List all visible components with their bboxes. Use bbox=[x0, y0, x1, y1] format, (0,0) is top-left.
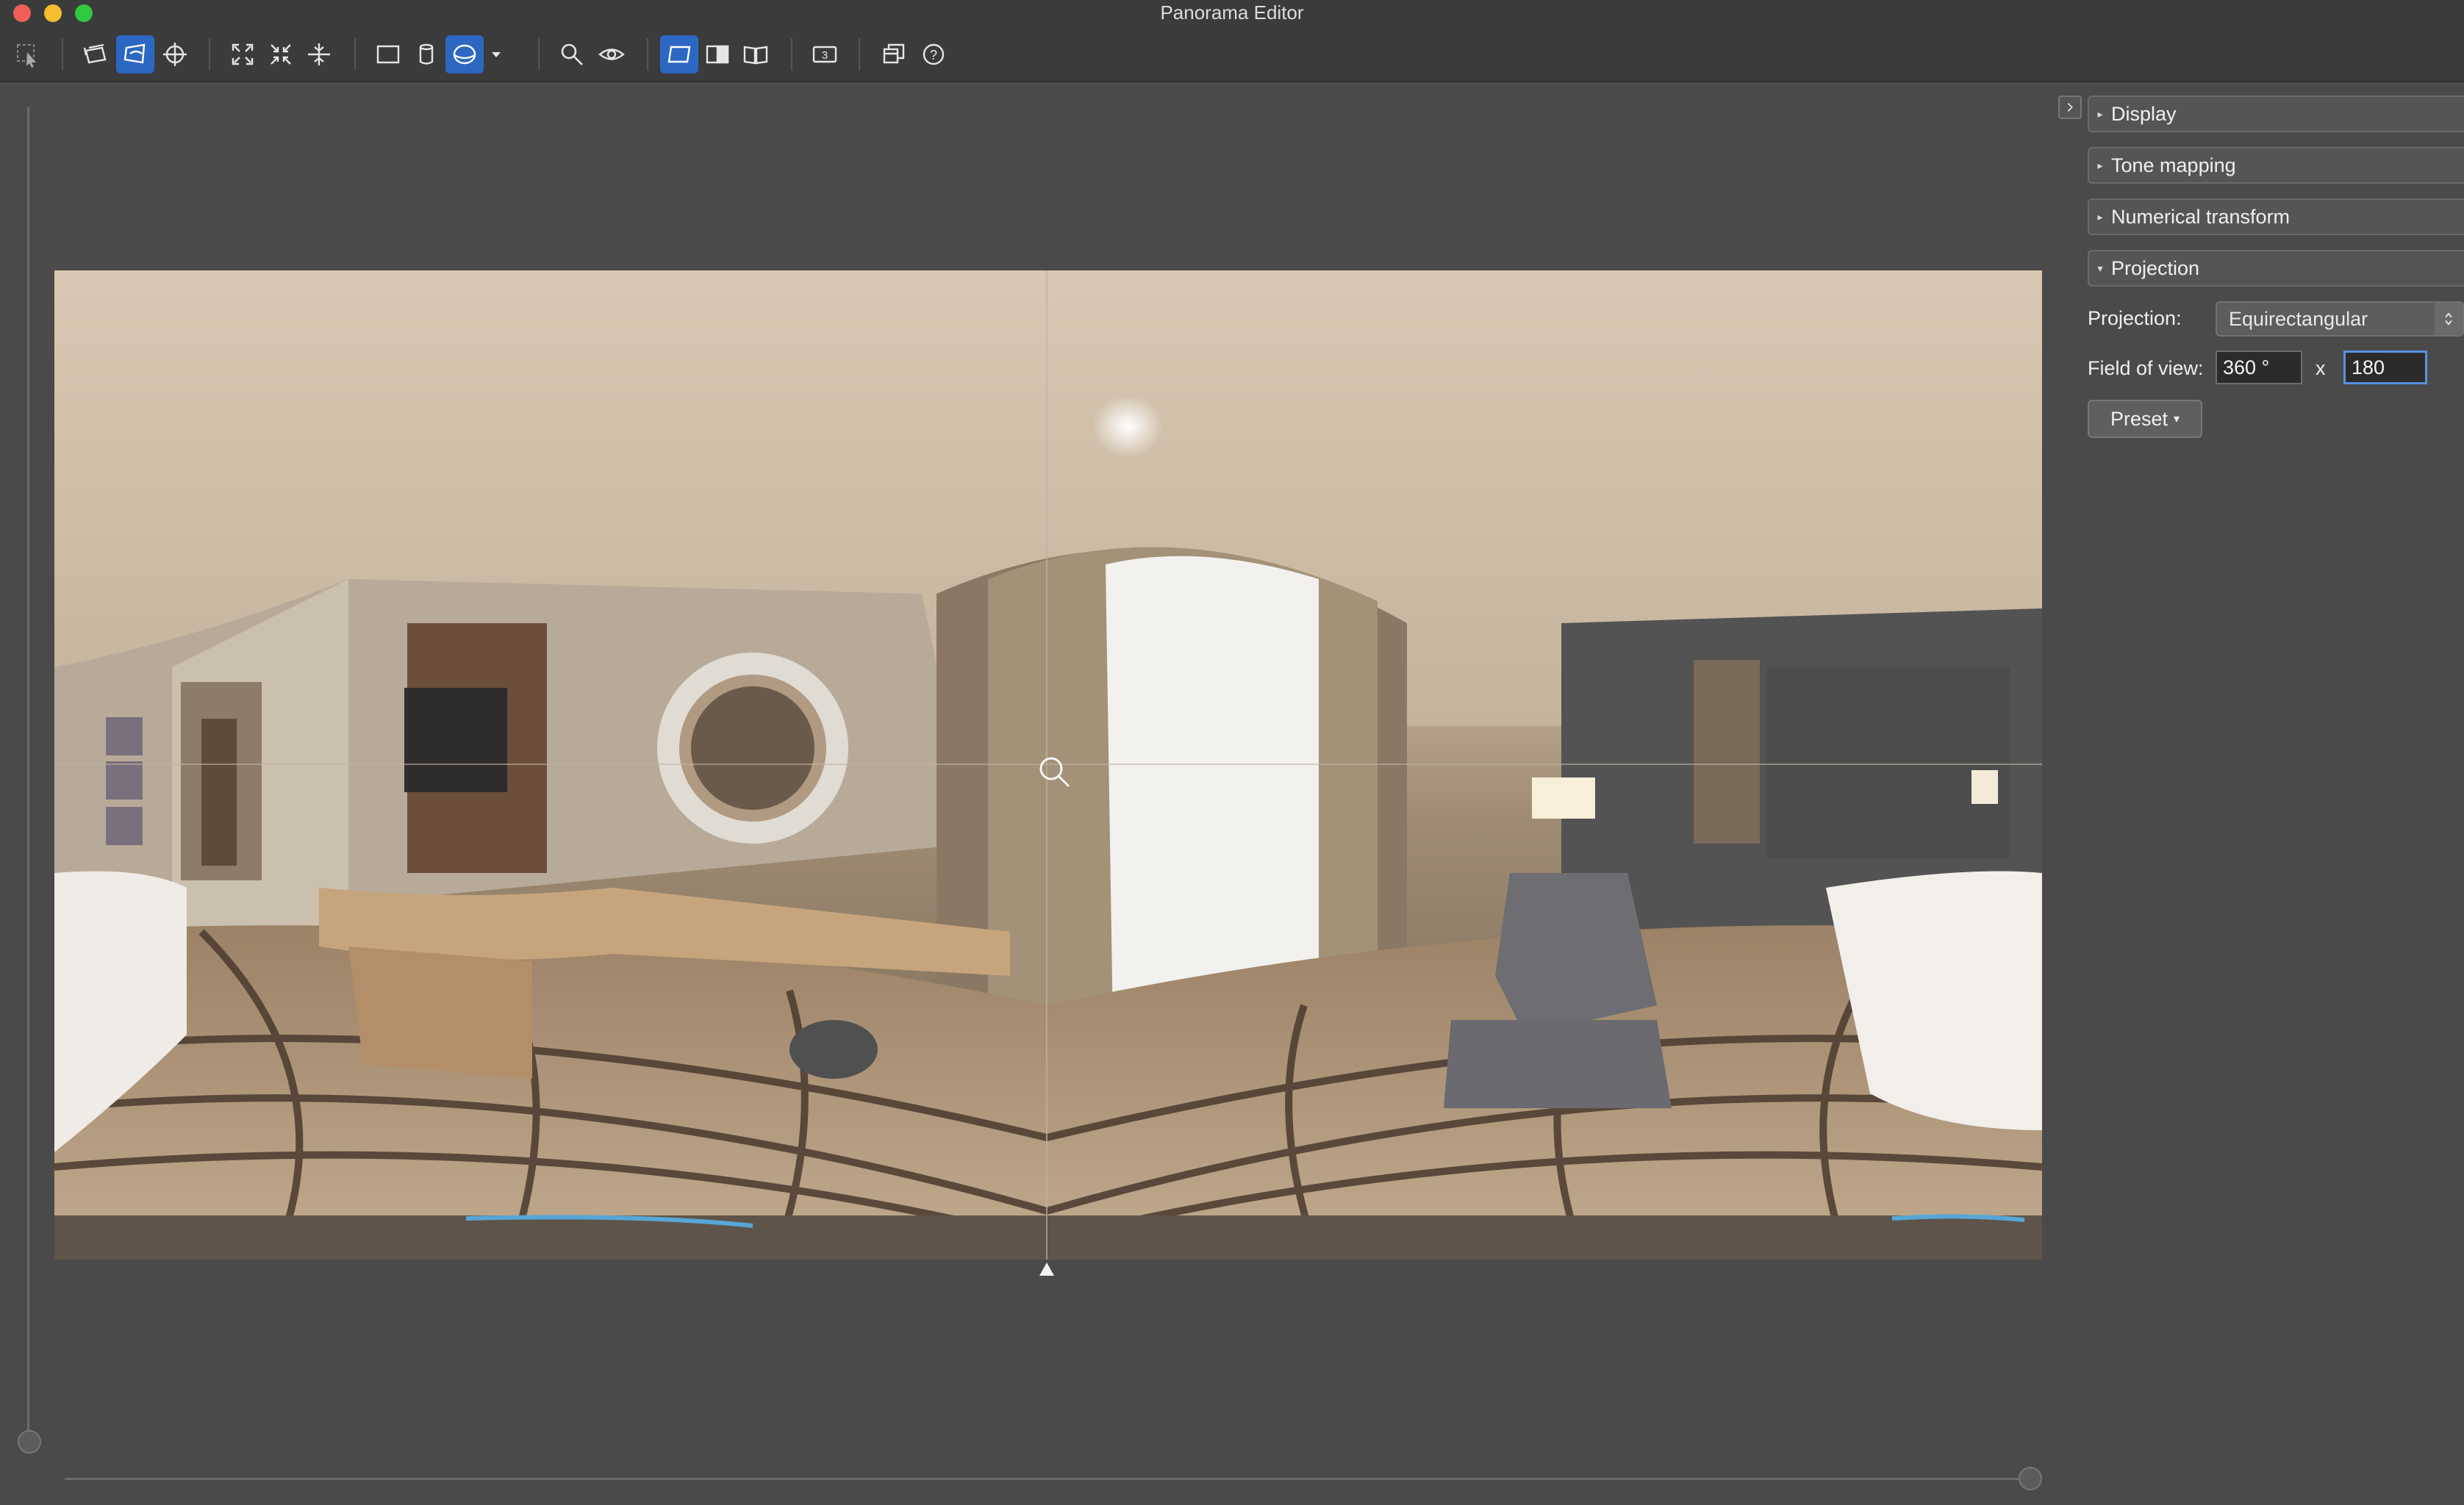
svg-text:3: 3 bbox=[822, 49, 828, 62]
projection-select[interactable]: Equirectangular bbox=[2216, 301, 2464, 337]
vertical-slider-handle[interactable] bbox=[18, 1430, 41, 1454]
number-badge-icon[interactable]: 3 bbox=[806, 35, 844, 73]
crosshair-icon[interactable] bbox=[156, 35, 194, 73]
cylinder-icon[interactable] bbox=[407, 35, 445, 73]
chevron-down-icon: ▾ bbox=[2174, 413, 2180, 425]
vertical-slider-track[interactable] bbox=[27, 107, 29, 1442]
preset-button[interactable]: Preset ▾ bbox=[2088, 400, 2202, 438]
horizontal-slider-track[interactable] bbox=[65, 1478, 2030, 1480]
projection-label: Projection: bbox=[2088, 307, 2182, 329]
field-of-view-label: Field of view: bbox=[2088, 357, 2204, 379]
title-bar: Panorama Editor bbox=[0, 0, 2464, 28]
horizontal-slider-handle[interactable] bbox=[2019, 1467, 2042, 1490]
disclosure-triangle-icon: ▸ bbox=[2097, 159, 2103, 171]
section-numerical-transform[interactable]: ▸ Numerical transform bbox=[2088, 198, 2464, 235]
view-compare-icon[interactable] bbox=[737, 35, 775, 73]
select-tool-icon[interactable] bbox=[9, 35, 47, 73]
disclosure-triangle-open-icon: ▾ bbox=[2097, 262, 2103, 274]
fov-separator: x bbox=[2316, 357, 2326, 379]
shrink-icon[interactable] bbox=[262, 35, 300, 73]
center-marker-icon[interactable] bbox=[1039, 1262, 1054, 1276]
layout-icon[interactable] bbox=[875, 35, 913, 73]
fit-icon[interactable] bbox=[223, 35, 262, 73]
preset-label: Preset bbox=[2110, 407, 2168, 430]
view-single-icon[interactable] bbox=[660, 35, 698, 73]
panorama-preview[interactable] bbox=[54, 270, 2042, 1260]
sphere-icon[interactable] bbox=[445, 35, 484, 73]
layers-icon[interactable] bbox=[76, 35, 115, 73]
select-stepper-icon[interactable] bbox=[2435, 303, 2463, 335]
projection-value: Equirectangular bbox=[2229, 307, 2368, 330]
eye-icon[interactable] bbox=[592, 35, 631, 73]
fov-horizontal-input[interactable]: 360 ° bbox=[2216, 351, 2302, 384]
section-projection[interactable]: ▾ Projection bbox=[2088, 250, 2464, 287]
zoom-icon[interactable] bbox=[553, 35, 591, 73]
transform-tool-icon[interactable] bbox=[116, 35, 154, 73]
rectilinear-icon[interactable] bbox=[369, 35, 407, 73]
straighten-icon[interactable] bbox=[300, 35, 338, 73]
help-icon[interactable]: ? bbox=[914, 35, 953, 73]
view-split-icon[interactable] bbox=[698, 35, 737, 73]
projection-dropdown-icon[interactable] bbox=[485, 35, 507, 73]
fov-vertical-input[interactable]: 180 bbox=[2343, 351, 2427, 384]
section-display[interactable]: ▸ Display bbox=[2088, 96, 2464, 132]
disclosure-triangle-icon: ▸ bbox=[2097, 107, 2103, 120]
svg-text:?: ? bbox=[930, 48, 937, 62]
disclosure-triangle-icon: ▸ bbox=[2097, 210, 2103, 223]
toolbar: 3 ? bbox=[0, 28, 2464, 82]
window-title: Panorama Editor bbox=[1160, 1, 1304, 24]
panel-toggle-button[interactable] bbox=[2058, 96, 2082, 119]
section-tone-mapping[interactable]: ▸ Tone mapping bbox=[2088, 147, 2464, 184]
